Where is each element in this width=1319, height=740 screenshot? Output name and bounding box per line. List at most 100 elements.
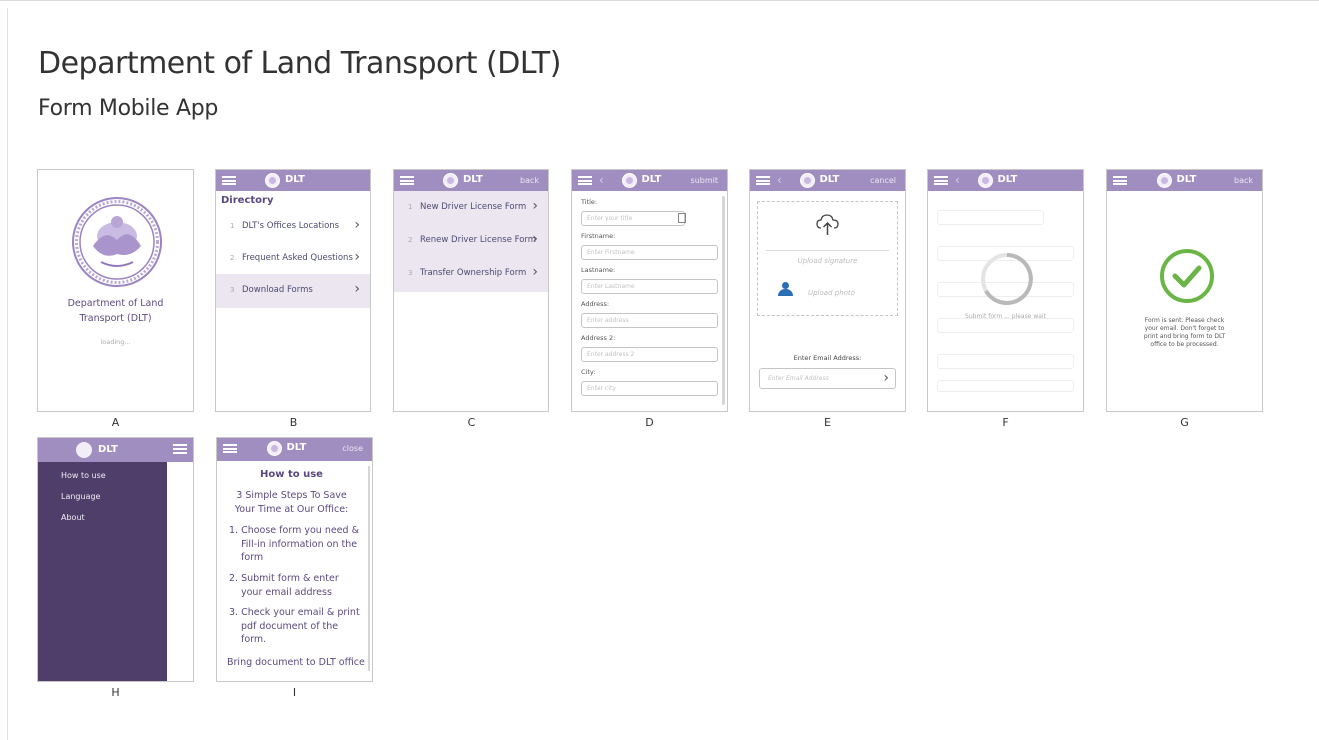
dlt-logo-icon — [76, 442, 92, 458]
step-line: 1. Choose form you need & — [229, 525, 359, 536]
address2-field[interactable]: Enter address 2 — [581, 347, 718, 362]
directory-item-faq[interactable]: 2 Frequent Asked Questions › — [216, 242, 370, 274]
item-number: 3 — [408, 269, 413, 277]
how-to-use-intro: 3 Simple Steps To Save Your Time at Our … — [217, 489, 366, 516]
menu-icon[interactable] — [223, 444, 237, 453]
message-line: office to be processed. — [1150, 341, 1219, 348]
drawer-header: DLT — [38, 438, 167, 462]
menu-icon[interactable] — [400, 176, 414, 185]
how-to-use-heading: How to use — [260, 469, 323, 480]
caption-f: F — [1002, 416, 1009, 429]
chevron-right-icon: › — [354, 281, 360, 297]
message-line: your email. Don't forget to — [1144, 325, 1225, 332]
item-label: Download Forms — [242, 285, 313, 295]
item-number: 1 — [408, 203, 413, 211]
directory-heading: Directory — [221, 195, 274, 206]
screen-f-submitting: ‹ DLT Submit form ... please wait — [927, 169, 1084, 412]
city-label: City: — [581, 368, 596, 376]
drawer-item-about[interactable]: About — [61, 513, 85, 522]
caption-b: B — [289, 416, 298, 429]
app-header: ‹ DLT cancel — [750, 170, 905, 191]
step-line: your email address — [241, 586, 332, 598]
address-label: Address: — [581, 300, 610, 308]
cloud-upload-icon[interactable] — [815, 211, 841, 241]
dlt-logo-icon — [443, 173, 458, 188]
app-header: DLT — [216, 170, 370, 191]
loading-spinner — [980, 252, 1034, 306]
step-line: 3. Check your email & print — [229, 607, 360, 618]
message-line: Form is sent. Please check — [1144, 317, 1225, 324]
menu-icon[interactable] — [173, 444, 187, 454]
cancel-button[interactable]: cancel — [870, 176, 896, 185]
title-select[interactable]: Enter your title — [581, 211, 685, 226]
calendar-icon[interactable] — [678, 213, 686, 223]
upload-photo-label[interactable]: Upload photo — [808, 289, 855, 297]
app-header: ‹ DLT — [928, 170, 1083, 191]
close-button[interactable]: close — [342, 444, 363, 453]
submit-button[interactable]: submit — [691, 176, 718, 185]
step-line: form. — [241, 634, 267, 645]
app-brand: DLT — [98, 444, 118, 455]
app-brand: DLT — [819, 174, 840, 185]
chevron-left-icon[interactable]: ‹ — [777, 173, 782, 187]
form-item-transfer-ownership[interactable]: 3 Transfer Ownership Form › — [394, 257, 548, 289]
dlt-seal-logo — [71, 196, 163, 288]
step-line: pdf document of the — [241, 620, 339, 632]
menu-icon[interactable] — [756, 176, 770, 185]
app-header: DLT back — [394, 170, 548, 191]
menu-icon[interactable] — [934, 176, 948, 185]
app-brand: DLT — [285, 174, 305, 185]
app-brand: DLT — [286, 442, 307, 453]
chevron-right-icon: › — [354, 217, 360, 233]
lastname-field[interactable]: Enter Lastname — [581, 279, 718, 294]
step-2: 2. Submit form & enter your email addres… — [229, 572, 339, 599]
firstname-field[interactable]: Enter Firstname — [581, 245, 718, 260]
drawer-item-how-to-use[interactable]: How to use — [61, 471, 106, 480]
directory-item-download[interactable]: 3 Download Forms › — [216, 274, 370, 308]
email-field[interactable]: Enter Email Address › — [759, 368, 896, 389]
caption-i: I — [292, 686, 297, 699]
scrollbar[interactable] — [722, 196, 725, 405]
drawer-item-language[interactable]: Language — [61, 492, 100, 501]
firstname-label: Firstname: — [581, 232, 616, 240]
success-message: Form is sent. Please check your email. D… — [1107, 317, 1262, 349]
app-brand: DLT — [1176, 174, 1197, 185]
directory-item-offices[interactable]: 1 DLT's Offices Locations › — [216, 210, 370, 242]
screen-g-success: DLT back Form is sent. Please check your… — [1106, 169, 1263, 412]
page-title: Department of Land Transport (DLT) — [38, 46, 561, 81]
menu-icon[interactable] — [578, 176, 592, 185]
screen-b-directory: DLT Directory 1 DLT's Offices Locations … — [215, 169, 371, 412]
screen-h-drawer: DLT How to use Language About — [37, 437, 194, 682]
address2-label: Address 2: — [581, 334, 616, 342]
org-name-line2: Transport (DLT) — [79, 313, 152, 324]
address-field[interactable]: Enter address — [581, 313, 718, 328]
dlt-logo-icon — [266, 441, 282, 456]
scrollbar[interactable] — [368, 466, 370, 671]
chevron-right-icon[interactable]: › — [883, 370, 889, 386]
dlt-logo-icon — [977, 173, 993, 188]
upload-area[interactable]: Upload signature Upload photo — [757, 201, 898, 316]
caption-c: C — [467, 416, 476, 429]
person-icon[interactable] — [778, 282, 793, 296]
city-field[interactable]: Enter city — [581, 381, 718, 396]
submitting-status: Submit form ... please wait — [965, 313, 1046, 320]
dlt-logo-icon — [1156, 173, 1172, 188]
form-item-renew-license[interactable]: 2 Renew Driver License Form › — [394, 224, 548, 256]
step-line: Fill-in information on the — [241, 538, 358, 550]
upload-signature-label[interactable]: Upload signature — [758, 257, 897, 265]
item-label: Renew Driver License Form — [420, 235, 537, 245]
back-button[interactable]: back — [520, 176, 539, 185]
left-rule — [7, 8, 8, 740]
chevron-left-icon[interactable]: ‹ — [955, 173, 960, 187]
item-label: Frequent Asked Questions — [242, 253, 353, 263]
intro-line: Your Time at Our Office: — [234, 503, 349, 515]
back-button[interactable]: back — [1234, 176, 1253, 185]
menu-icon[interactable] — [222, 176, 236, 185]
form-item-new-license[interactable]: 1 New Driver License Form › — [394, 191, 548, 223]
chevron-left-icon[interactable]: ‹ — [599, 173, 604, 187]
screen-d-form: ‹ DLT submit Title: Enter your title Fir… — [571, 169, 728, 412]
menu-icon[interactable] — [1113, 176, 1127, 185]
item-label: DLT's Offices Locations — [242, 221, 340, 231]
email-label: Enter Email Address: — [793, 354, 862, 362]
dlt-logo-icon — [265, 173, 280, 188]
